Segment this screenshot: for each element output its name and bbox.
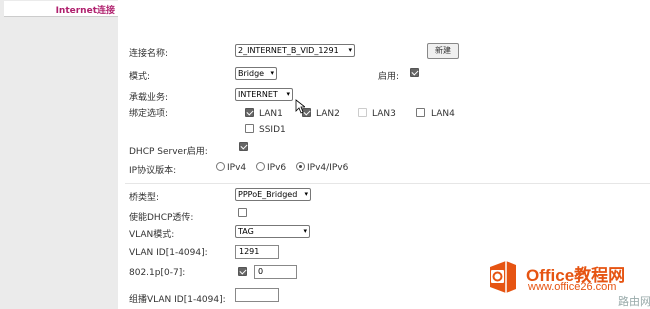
ssid1-checkbox[interactable] <box>245 124 254 133</box>
service-label: 承载业务: <box>129 93 169 103</box>
dhcp-server-label: DHCP Server启用: <box>129 147 208 157</box>
conn-name-value: 2_INTERNET_B_VID_1291 <box>238 46 339 55</box>
lan3-label: LAN3 <box>372 109 396 119</box>
ipv6-label: IPv6 <box>267 163 287 173</box>
vlan-id-label: VLAN ID[1-4094]: <box>129 248 208 258</box>
sidebar: Internet连接 <box>0 0 118 309</box>
chevron-down-icon: ▾ <box>303 227 307 235</box>
conn-name-label: 连接名称: <box>129 49 169 59</box>
watermark-url: www.office26.com <box>528 281 617 293</box>
vlan-mode-select[interactable]: TAG ▾ <box>235 225 310 238</box>
mode-select[interactable]: Bridge ▾ <box>235 67 277 80</box>
bridge-type-select[interactable]: PPPoE_Bridged ▾ <box>235 188 311 201</box>
vlan-mode-value: TAG <box>238 227 254 236</box>
sidebar-item-internet[interactable]: Internet连接 <box>4 1 118 17</box>
ipv4-label: IPv4 <box>227 163 247 173</box>
lan2-label: LAN2 <box>316 109 340 119</box>
vlan-id-input[interactable]: 1291 <box>235 245 279 259</box>
dhcp-passthrough-checkbox[interactable] <box>238 208 247 217</box>
bind-label: 绑定选项: <box>129 109 169 119</box>
priority-label: 802.1p[0-7]: <box>129 268 186 278</box>
chevron-down-icon: ▾ <box>270 69 274 77</box>
watermark-site: 路由网 <box>618 295 650 308</box>
ipv4-ipv6-radio[interactable] <box>296 162 305 171</box>
lan1-label: LAN1 <box>259 109 283 119</box>
chevron-down-icon: ▾ <box>304 190 308 198</box>
vlan-mode-label: VLAN模式: <box>129 230 175 240</box>
mode-label: 模式: <box>129 72 151 82</box>
chevron-down-icon: ▾ <box>286 90 290 98</box>
watermark: Office教程网 www.office26.com 路由网 <box>484 259 650 309</box>
ipv4-radio[interactable] <box>216 162 225 171</box>
sidebar-item-label: Internet连接 <box>55 6 115 16</box>
office-logo-icon <box>490 261 516 293</box>
enable-label: 启用: <box>378 72 400 82</box>
conn-name-select[interactable]: 2_INTERNET_B_VID_1291 ▾ <box>235 44 355 57</box>
lan1-checkbox[interactable] <box>245 108 254 117</box>
multicast-vlan-input[interactable] <box>235 288 279 302</box>
multicast-vlan-label: 组播VLAN ID[1-4094]: <box>129 295 226 305</box>
priority-input[interactable]: 0 <box>254 265 297 279</box>
ipv4-ipv6-label: IPv4/IPv6 <box>307 163 349 173</box>
dhcp-server-checkbox[interactable] <box>239 142 248 151</box>
divider <box>125 183 650 184</box>
chevron-down-icon: ▾ <box>348 46 352 54</box>
mouse-cursor-icon <box>295 99 305 114</box>
lan4-checkbox[interactable] <box>416 108 425 117</box>
ip-version-label: IP协议版本: <box>129 166 177 176</box>
dhcp-passthrough-label: 使能DHCP透传: <box>129 213 194 223</box>
ipv6-radio[interactable] <box>256 162 265 171</box>
ssid1-label: SSID1 <box>259 125 286 135</box>
service-select[interactable]: INTERNET ▾ <box>235 88 293 101</box>
service-value: INTERNET <box>238 90 278 99</box>
new-button[interactable]: 新建 <box>427 43 459 59</box>
mode-value: Bridge <box>238 69 265 78</box>
lan3-checkbox[interactable] <box>358 108 367 117</box>
lan4-label: LAN4 <box>431 109 455 119</box>
bridge-type-value: PPPoE_Bridged <box>238 190 298 199</box>
bridge-type-label: 桥类型: <box>129 193 160 203</box>
enable-checkbox[interactable] <box>410 68 419 77</box>
priority-checkbox[interactable] <box>238 267 247 276</box>
